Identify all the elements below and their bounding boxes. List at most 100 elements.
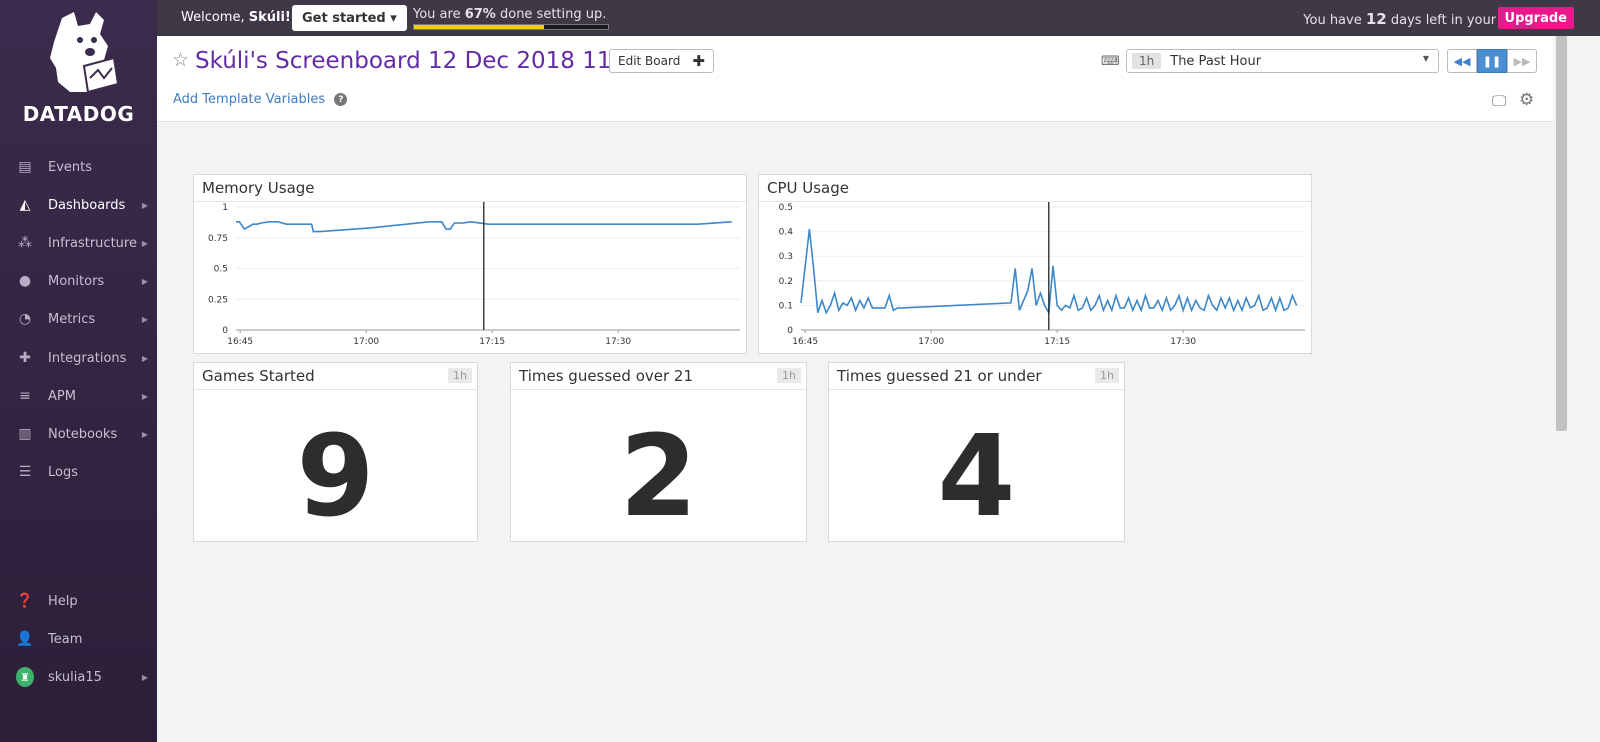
plus-icon: ✚ (692, 52, 705, 70)
query-value: 4 (937, 412, 1016, 542)
page-title: Skúli's Screenboard 12 Dec 2018 11:22 (195, 48, 649, 74)
pause-button[interactable]: ❚❚ (1477, 49, 1507, 73)
dashboard-header: ☆ Skúli's Screenboard 12 Dec 2018 11:22 … (157, 36, 1553, 122)
logs-icon: ☰ (18, 464, 32, 480)
star-icon[interactable]: ☆ (172, 49, 189, 71)
rewind-button[interactable]: ◀◀ (1447, 49, 1477, 73)
timeframe-select[interactable]: 1h The Past Hour ▼ (1126, 49, 1439, 73)
y-tick-label: 1 (222, 203, 228, 213)
times-guessed-21-or-under-widget[interactable]: Times guessed 21 or under 1h 4 (828, 362, 1125, 542)
events-icon: ▤ (18, 159, 32, 175)
x-tick-label: 17:00 (918, 337, 944, 347)
x-tick-label: 17:15 (1044, 337, 1070, 347)
add-template-variables-link[interactable]: Add Template Variables ? (173, 92, 348, 107)
sidebar-item-events[interactable]: ▤ Events (0, 149, 157, 185)
sidebar-item-logs[interactable]: ☰ Logs (0, 454, 157, 490)
widget-title: Times guessed over 21 (519, 367, 694, 385)
chevron-right-icon: ▶ (141, 391, 148, 401)
chevron-right-icon: ▶ (141, 429, 148, 439)
forward-button[interactable]: ▶▶ (1507, 49, 1537, 73)
datadog-logo[interactable]: DATADOG (0, 8, 157, 126)
progress-suffix: done setting up. (499, 7, 607, 22)
pause-icon: ❚❚ (1482, 54, 1502, 68)
widget-divider (511, 389, 806, 390)
chevron-right-icon: ▶ (141, 276, 148, 286)
sidebar-item-label: Integrations (48, 350, 127, 366)
sidebar-item-label: Team (48, 631, 83, 647)
datadog-dog-icon (49, 12, 119, 94)
progress-prefix: You are (413, 7, 461, 22)
sidebar-item-user[interactable]: ♜ skulia15 ▶ (0, 659, 157, 695)
sidebar-item-metrics[interactable]: ◔ Metrics ▶ (0, 301, 157, 337)
y-tick-label: 0 (787, 326, 793, 336)
y-tick-label: 0.3 (779, 252, 793, 262)
x-tick-label: 17:30 (1170, 337, 1196, 347)
sidebar-item-integrations[interactable]: ✚ Integrations ▶ (0, 340, 157, 376)
memory-usage-chart: 0 0.25 0.5 0.75 1 16:45 17:00 17:15 17:30 (208, 202, 740, 347)
sidebar-item-apm[interactable]: ≡ APM ▶ (0, 378, 157, 414)
sidebar-item-dashboards[interactable]: ◭ Dashboards ▶ (0, 187, 157, 223)
sidebar-item-notebooks[interactable]: ▥ Notebooks ▶ (0, 416, 157, 452)
sidebar-item-label: Events (48, 159, 93, 175)
sidebar-item-label: Monitors (48, 273, 105, 289)
sidebar-item-help[interactable]: ❓ Help (0, 583, 157, 619)
cpu-usage-widget[interactable]: CPU Usage 0 0.1 0.2 0.3 0.4 0.5 16:45 17:00 17:1… (758, 174, 1312, 354)
sidebar-item-infrastructure[interactable]: ⁂ Infrastructure ▶ (0, 225, 157, 261)
setup-progress-fill (414, 25, 544, 29)
rewind-icon: ◀◀ (1453, 54, 1471, 68)
tv-mode-icon[interactable]: 🖵 (1492, 92, 1506, 110)
sidebar-item-label: Notebooks (48, 426, 118, 442)
timeframe-badge: 1h (1095, 368, 1119, 383)
top-bar: Welcome, Skúli! Get started ▾ You are 67… (157, 0, 1600, 36)
sidebar-item-team[interactable]: 👤 Team (0, 621, 157, 657)
sidebar-item-label: Dashboards (48, 197, 126, 213)
edit-board-button[interactable]: Edit Board ✚ (609, 49, 714, 73)
question-icon: ? (334, 93, 348, 106)
y-tick-label: 0.4 (779, 228, 794, 238)
sidebar-item-label: Infrastructure (48, 235, 137, 251)
avatar-wrap: ♜ (16, 667, 34, 687)
games-started-widget[interactable]: Games Started 1h 9 (193, 362, 478, 542)
welcome-prefix: Welcome, (181, 10, 245, 25)
setup-progress-bar (413, 24, 609, 30)
x-tick-label: 16:45 (792, 337, 818, 347)
cpu-usage-chart: 0 0.1 0.2 0.3 0.4 0.5 16:45 17:00 17:15 17:30 (779, 202, 1305, 347)
chevron-right-icon: ▶ (141, 353, 148, 363)
widget-title: CPU Usage (767, 179, 850, 197)
sidebar-item-label: skulia15 (48, 669, 102, 685)
sidebar: DATADOG ▤ Events ◭ Dashboards ▶ ⁂ Infras… (0, 0, 157, 742)
memory-usage-widget[interactable]: Memory Usage 0 0.25 0.5 0.75 1 16:45 17:00 17:1… (193, 174, 747, 354)
progress-percent: 67% (464, 7, 496, 22)
dashboards-icon: ◭ (19, 197, 31, 213)
sidebar-item-label: Help (48, 593, 78, 609)
widget-divider (829, 389, 1124, 390)
gear-icon[interactable]: ⚙ (1519, 90, 1534, 110)
y-tick-label: 0.75 (208, 234, 228, 244)
widget-title: Times guessed 21 or under (837, 367, 1042, 385)
sidebar-item-label: Metrics (48, 311, 96, 327)
widget-divider (194, 389, 477, 390)
edit-board-label: Edit Board (618, 54, 681, 68)
chevron-right-icon: ▶ (141, 238, 148, 248)
chevron-right-icon: ▶ (141, 672, 148, 682)
y-tick-label: 0.5 (779, 203, 793, 213)
keyboard-icon[interactable]: ⌨ (1101, 54, 1120, 69)
sidebar-item-monitors[interactable]: ● Monitors ▶ (0, 263, 157, 299)
widget-title: Games Started (202, 367, 315, 385)
trial-text: You have 12 days left in your trial. (1303, 10, 1530, 28)
upgrade-button[interactable]: Upgrade (1497, 7, 1574, 29)
trial-days: 12 (1365, 10, 1387, 28)
times-guessed-over-21-widget[interactable]: Times guessed over 21 1h 2 (510, 362, 807, 542)
query-value: 2 (619, 412, 698, 542)
sidebar-item-label: Logs (48, 464, 78, 480)
setup-progress-text: You are 67% done setting up. (413, 7, 606, 22)
query-value: 9 (296, 412, 375, 542)
timeframe-badge: 1h (1132, 53, 1162, 69)
y-tick-label: 0 (222, 326, 228, 336)
sidebar-item-label: APM (48, 388, 76, 404)
scrollbar-thumb[interactable] (1556, 36, 1567, 431)
welcome-text: Welcome, Skúli! (181, 10, 291, 25)
chevron-right-icon: ▶ (141, 200, 148, 210)
timeframe-badge: 1h (777, 368, 801, 383)
get-started-button[interactable]: Get started ▾ (292, 5, 407, 31)
